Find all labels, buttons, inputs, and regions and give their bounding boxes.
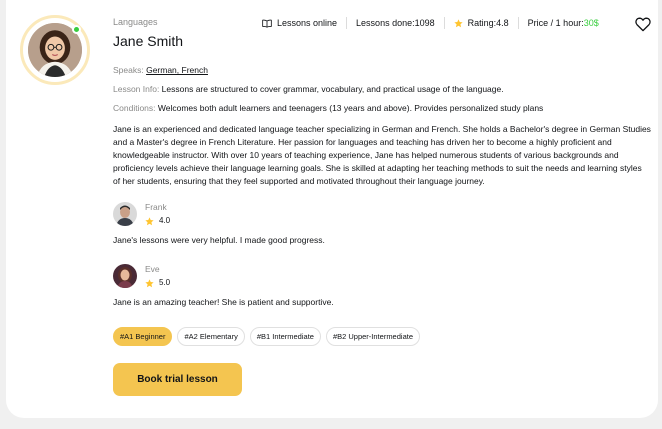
lessons-online-label: Lessons online <box>277 18 338 28</box>
review-comment: Jane is an amazing teacher! She is patie… <box>113 297 334 307</box>
lesson-info-value: Lessons are structured to cover grammar,… <box>161 84 504 94</box>
star-icon <box>145 216 154 225</box>
teacher-details: Languages Jane Smith Speaks: German, Fre… <box>113 16 651 396</box>
teacher-description: Jane is an experienced and dedicated lan… <box>113 124 651 186</box>
review-rating: 5.0 <box>145 278 170 288</box>
stats-divider <box>517 17 519 29</box>
stats-divider <box>443 17 445 29</box>
stats-divider <box>346 17 348 29</box>
level-tag-b1[interactable]: #B1 Intermediate <box>249 327 321 346</box>
reviewer-avatar <box>113 202 137 226</box>
conditions-value: Welcomes both adult learners and teenage… <box>157 103 544 113</box>
star-icon <box>145 278 154 287</box>
reviewer-photo-eve <box>113 264 137 288</box>
lesson-info-label: Lesson Info: <box>113 84 162 94</box>
review-rating: 4.0 <box>145 216 170 226</box>
lessons-done-label: Lessons done: <box>356 18 415 28</box>
review-header: Frank 4.0 <box>113 202 651 226</box>
online-status-indicator <box>72 25 81 34</box>
level-tag-b2[interactable]: #B2 Upper-Intermediate <box>325 327 420 346</box>
speaks-label: Speaks: <box>113 65 147 75</box>
review-comment: Jane's lessons were very helpful. I made… <box>113 235 325 245</box>
lesson-info-row: Lesson Info: Lessons are structured to c… <box>113 83 651 95</box>
rating-value: 4.8 <box>496 18 509 28</box>
level-tag-a1[interactable]: #A1 Beginner <box>113 327 173 346</box>
price-value: 30$ <box>583 18 599 28</box>
level-tags: #A1 Beginner #A2 Elementary #B1 Intermed… <box>113 327 651 346</box>
teacher-name: Jane Smith <box>113 33 184 49</box>
price-label: Price / 1 hour: <box>527 18 584 28</box>
book-open-icon <box>262 19 272 28</box>
reviewer-name: Frank <box>145 202 167 212</box>
conditions-row: Conditions: Welcomes both adult learners… <box>113 102 651 114</box>
info-rows: Speaks: German, French Lesson Info: Less… <box>113 64 651 114</box>
speaks-row: Speaks: German, French <box>113 64 651 76</box>
price-stat: Price / 1 hour: 30$ <box>528 17 599 29</box>
reviewer-photo-frank <box>113 202 137 226</box>
star-icon <box>453 18 463 27</box>
level-tag-a2[interactable]: #A2 Elementary <box>177 327 245 346</box>
reviewer-name: Eve <box>145 264 160 274</box>
lessons-done-value: 1098 <box>414 18 435 28</box>
book-trial-lesson-button[interactable]: Book trial lesson <box>113 363 242 396</box>
rating-stat: Rating: 4.8 <box>453 17 509 29</box>
lessons-done-stat: Lessons done: 1098 <box>356 17 435 29</box>
favorite-button[interactable] <box>635 17 651 32</box>
teacher-stats: Lessons online Lessons done: 1098 Rating… <box>262 17 599 29</box>
speaks-value: German, French <box>146 65 208 75</box>
teacher-card: Languages Jane Smith Speaks: German, Fre… <box>6 0 658 418</box>
lessons-online-stat: Lessons online <box>262 17 337 29</box>
conditions-label: Conditions: <box>113 103 158 113</box>
teacher-avatar <box>20 15 90 85</box>
review-item: Frank 4.0 Jane's lessons were very helpf… <box>113 202 651 246</box>
review-rating-value: 4.0 <box>159 216 171 225</box>
heart-icon <box>635 17 651 32</box>
rating-label: Rating: <box>467 18 497 28</box>
review-item: Eve 5.0 Jane is an amazing teacher! She … <box>113 264 651 308</box>
review-header: Eve 5.0 <box>113 264 651 288</box>
reviewer-avatar <box>113 264 137 288</box>
review-rating-value: 5.0 <box>159 278 171 287</box>
